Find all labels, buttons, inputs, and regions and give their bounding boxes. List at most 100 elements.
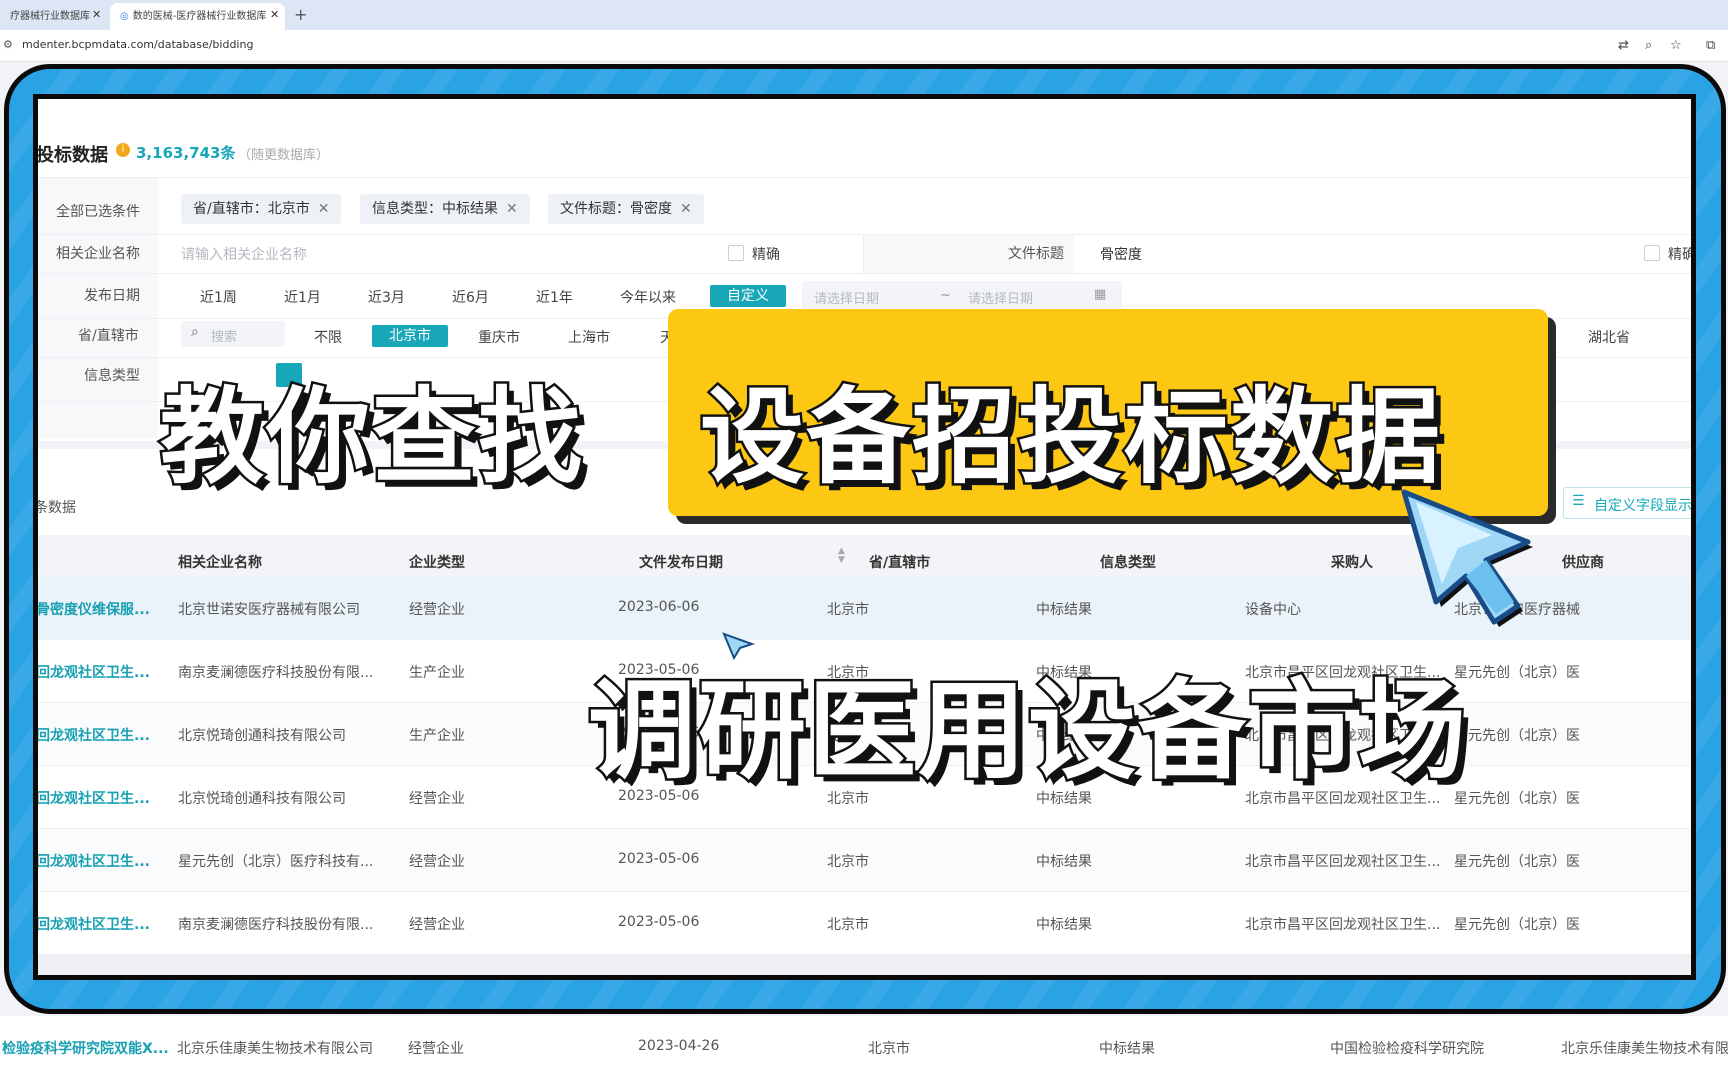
table-cell: 北京乐佳康美生物技术有限 [1561,1041,1728,1057]
table-cell: 北京市 [827,917,869,933]
table-cell-title[interactable]: 回龙观社区卫生... [38,725,150,745]
table-cell: 北京世诺安医疗器械有限公司 [178,602,360,618]
date-range-picker[interactable]: 请选择日期 ~ 请选择日期 ▦ [802,281,1122,311]
custom-fields-button[interactable]: ☰ 自定义字段显示 [1563,487,1691,519]
table-cell: 2023-06-06 [618,599,700,615]
zoom-icon[interactable]: ⌕ [1645,38,1652,53]
extensions-icon[interactable]: ⧉ [1706,38,1715,53]
remove-chip-icon[interactable]: ✕ [318,201,330,217]
table-cell-title[interactable]: 回龙观社区卫生... [38,914,150,934]
new-tab-icon[interactable]: + [294,5,307,24]
column-header[interactable]: 采购人 [1331,552,1373,572]
publish-date-label: 发布日期 [84,288,140,304]
browser-tab-active[interactable]: ◎ 数的医械-医疗器械行业数据库 [110,3,285,30]
date-option[interactable]: 近1年 [536,287,573,307]
table-cell: 中标结果 [1099,1041,1155,1057]
province-search-input[interactable]: ⌕ 搜索 [181,321,285,347]
table-cell: 北京乐佳康美生物技术有限公司 [177,1041,373,1057]
exact-checkbox[interactable] [1644,245,1660,261]
table-cell-title[interactable]: 检验疫科学研究院双能X... [2,1038,169,1058]
table-cell: 北京市昌平区回龙观社区卫生... [1245,917,1441,933]
filter-chip[interactable]: 省/直辖市：北京市 ✕ [181,194,342,224]
browser-tab-bar: 疗器械行业数据库 ✕ ◎ 数的医械-医疗器械行业数据库 ✕ + [0,0,1728,30]
table-cell: 星元先创（北京）医 [1454,791,1580,807]
table-cell: 设备中心 [1245,602,1301,618]
province-option[interactable]: 不限 [314,327,342,347]
table-row[interactable]: 检验疫科学研究院双能X... 北京乐佳康美生物技术有限公司 经营企业 2023-… [0,1016,1728,1080]
table-cell: 北京市 [827,602,869,618]
column-header[interactable]: 供应商 [1562,552,1604,572]
filter-chip[interactable]: 信息类型：中标结果 ✕ [360,194,530,224]
date-option[interactable]: 近3月 [368,287,405,307]
table-cell: 星元先创（北京）医 [1454,728,1580,744]
table-cell: 生产企业 [409,728,465,744]
table-cell-title[interactable]: 回龙观社区卫生... [38,788,150,808]
close-tab-icon[interactable]: ✕ [92,8,101,21]
remove-chip-icon[interactable]: ✕ [680,201,692,217]
table-cell-title[interactable]: 回龙观社区卫生... [38,851,150,871]
province-option[interactable]: 重庆市 [478,327,520,347]
province-option[interactable]: 湖北省 [1588,327,1630,347]
province-option-selected[interactable]: 北京市 [372,325,448,347]
table-cell: 2023-05-06 [618,914,700,930]
date-option[interactable]: 今年以来 [620,287,676,307]
sort-icon[interactable]: ▲ ▼ [838,547,845,565]
table-cell: 南京麦澜德医疗科技股份有限... [178,665,374,681]
crystal-decoration-icon [722,632,756,660]
calendar-icon[interactable]: ▦ [1094,287,1106,302]
table-cell: 星元先创（北京）医疗科技有... [178,854,374,870]
column-header[interactable]: 省/直辖市 [869,552,930,572]
address-bar: ⚙ mdenter.bcpmdata.com/database/bidding … [0,30,1728,62]
company-name-label: 相关企业名称 [56,246,140,262]
company-name-input[interactable]: 请输入相关企业名称 [181,244,307,264]
table-cell: 星元先创（北京）医 [1454,854,1580,870]
date-end-input[interactable]: 请选择日期 [968,288,1033,307]
column-header[interactable]: 相关企业名称 [178,552,262,572]
table-cell: 中标结果 [1036,854,1092,870]
date-start-input[interactable]: 请选择日期 [814,288,879,307]
province-option[interactable]: 上海市 [568,327,610,347]
table-cell-title[interactable]: 回龙观社区卫生... [38,662,150,682]
date-option[interactable]: 近6月 [452,287,489,307]
table-cell: 经营企业 [409,602,465,618]
table-row[interactable]: 回龙观社区卫生... 南京麦澜德医疗科技股份有限... 经营企业 2023-05-06… [38,892,1691,955]
date-option[interactable]: 近1周 [200,287,237,307]
table-cell: 经营企业 [409,917,465,933]
table-cell: 北京悦琦创通科技有限公司 [178,728,346,744]
column-header[interactable]: 企业类型 [409,552,465,572]
filter-chip[interactable]: 文件标题：骨密度 ✕ [548,194,704,224]
table-cell: 中标结果 [1036,602,1092,618]
table-cell: 中标结果 [1036,917,1092,933]
date-option-selected[interactable]: 自定义 [710,285,786,307]
table-cell: 经营企业 [408,1041,464,1057]
url-field[interactable]: mdenter.bcpmdata.com/database/bidding [22,38,253,51]
search-icon: ⌕ [191,324,199,340]
count-note: （随更数据库） [238,148,330,163]
bookmark-star-icon[interactable]: ☆ [1670,38,1682,53]
date-option[interactable]: 近1月 [284,287,321,307]
column-header[interactable]: 信息类型 [1100,552,1156,572]
table-cell: 北京市 [827,854,869,870]
selected-conditions-label: 全部已选条件 [56,204,140,220]
info-icon[interactable]: i [116,143,130,157]
table-cell: 2023-05-06 [618,851,700,867]
table-cell: 南京麦澜德医疗科技股份有限... [178,917,374,933]
results-label: 条数据 [34,500,76,516]
exact-checkbox[interactable] [728,245,744,261]
browser-tab[interactable]: 疗器械行业数据库 [0,3,106,30]
remove-chip-icon[interactable]: ✕ [506,201,518,217]
table-cell: 北京市昌平区回龙观社区卫生... [1245,854,1441,870]
site-info-icon[interactable]: ⚙ [3,38,13,51]
table-cell: 中国检验检疫科学研究院 [1330,1041,1484,1057]
table-cell-title[interactable]: 骨密度仪维保服... [38,599,150,619]
table-cell: 经营企业 [409,791,465,807]
record-count: 3,163,743条 [136,144,236,162]
column-header[interactable]: 文件发布日期 [639,552,723,572]
table-row[interactable]: 回龙观社区卫生... 星元先创（北京）医疗科技有... 经营企业 2023-05-06… [38,829,1691,892]
table-footer [38,955,1691,975]
close-tab-icon[interactable]: ✕ [270,8,279,21]
translate-icon[interactable]: ⇄ [1618,38,1629,53]
doc-title-input[interactable]: 骨密度 [1100,244,1142,264]
site-favicon-icon: ◎ [120,11,129,22]
date-separator: ~ [940,288,951,303]
